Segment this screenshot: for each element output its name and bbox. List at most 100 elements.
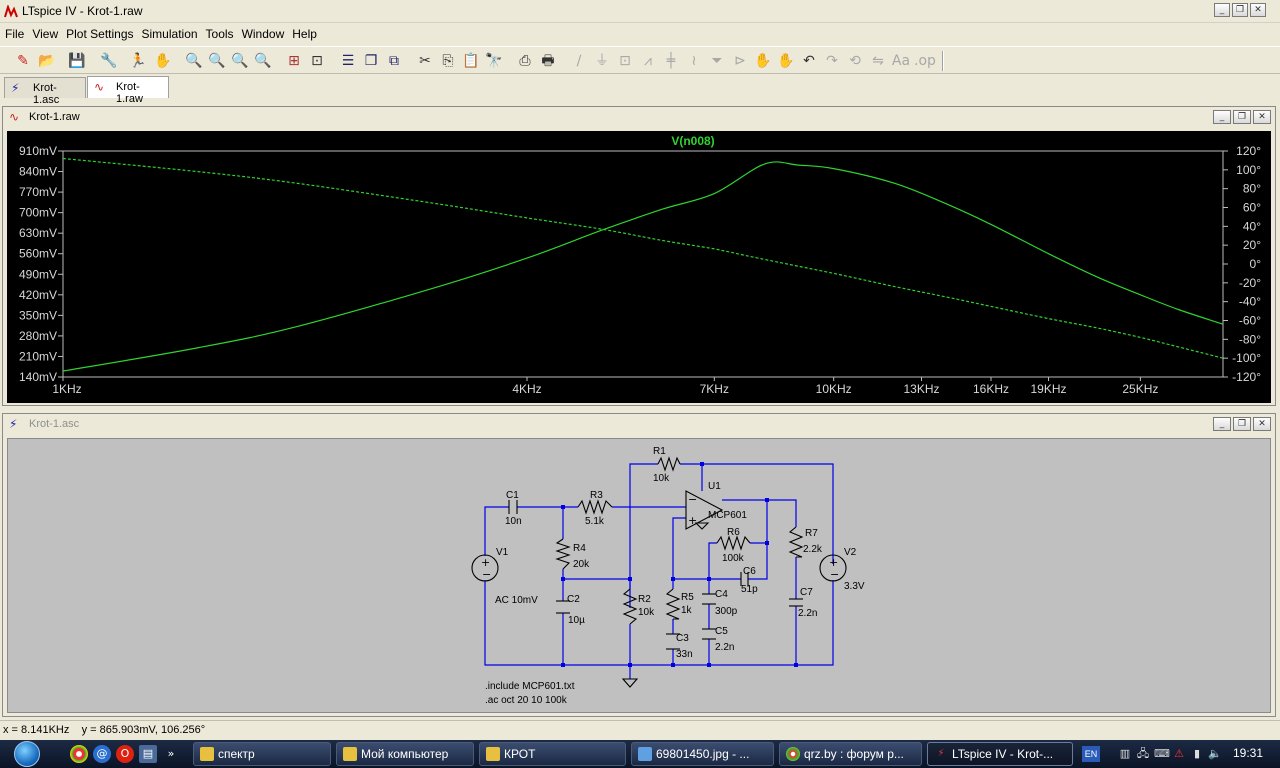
- close-button[interactable]: ✕: [1250, 3, 1266, 17]
- mirror-icon[interactable]: ⇋: [868, 50, 888, 72]
- ref-C7: C7: [800, 587, 813, 598]
- redo-icon[interactable]: ↷: [822, 50, 842, 72]
- tab-label: Krot-1.raw: [116, 81, 143, 105]
- tile-vertical-icon[interactable]: ⧉: [384, 50, 404, 72]
- y-left-tick-label: 700mV: [19, 206, 57, 220]
- undo-icon[interactable]: ↶: [799, 50, 819, 72]
- y-right-tick-label: 40°: [1243, 219, 1261, 233]
- spice-directive-ac[interactable]: .ac oct 20 10 100k: [485, 695, 568, 706]
- print-setup-icon[interactable]: ⎙: [515, 50, 535, 72]
- taskbar-item-chrome[interactable]: qrz.by : форум р...: [779, 742, 922, 766]
- spice-directive-include[interactable]: .include MCP601.txt: [485, 681, 575, 692]
- diode-icon[interactable]: ⏷: [707, 50, 727, 72]
- save-icon[interactable]: 💾: [67, 50, 87, 72]
- x-tick-label: 13KHz: [903, 382, 939, 396]
- val-C3: 33n: [676, 649, 693, 660]
- network-icon[interactable]: 🖧: [1136, 747, 1150, 761]
- battery-icon[interactable]: ▮: [1190, 747, 1204, 761]
- drag-icon[interactable]: ✋: [776, 50, 796, 72]
- warning-icon[interactable]: ⚠: [1172, 747, 1186, 761]
- phase-trace: [62, 157, 1224, 359]
- x-tick-label: 10KHz: [816, 382, 852, 396]
- halt-icon[interactable]: ✋: [153, 50, 173, 72]
- schematic-icon: ⚡: [11, 81, 20, 95]
- tab-schematic[interactable]: ⚡ Krot-1.asc: [4, 77, 86, 106]
- tab-waveform[interactable]: ∿ Krot-1.raw: [87, 76, 169, 105]
- chrome-icon: [786, 747, 800, 761]
- spice-directive-icon[interactable]: .op: [914, 50, 936, 72]
- document-tabs: ⚡ Krot-1.asc ∿ Krot-1.raw: [0, 76, 1280, 106]
- ground-icon[interactable]: ⏚: [592, 50, 612, 72]
- taskbar-item-krot[interactable]: КРОТ: [479, 742, 626, 766]
- text-icon[interactable]: Aa: [891, 50, 911, 72]
- keyboard-icon[interactable]: ⌨: [1154, 747, 1170, 761]
- y-right-tick-label: 120°: [1236, 144, 1261, 158]
- close-button[interactable]: ✕: [1253, 417, 1271, 431]
- menu-help[interactable]: Help: [292, 27, 324, 41]
- copy-icon[interactable]: ⎘: [438, 50, 458, 72]
- menu-view[interactable]: View: [32, 27, 65, 41]
- ref-R7: R7: [805, 528, 818, 539]
- menu-simulation[interactable]: Simulation: [142, 27, 205, 41]
- opera-icon[interactable]: O: [116, 745, 134, 763]
- wire-icon[interactable]: ∕: [569, 50, 589, 72]
- zoom-in-icon[interactable]: 🔍: [184, 50, 204, 72]
- paste-icon[interactable]: 📋: [461, 50, 481, 72]
- taskbar-item-spektr[interactable]: спектр: [193, 742, 331, 766]
- ref-R5: R5: [681, 592, 694, 603]
- waveform-plot[interactable]: V(n008) 910mV 840mV 770mV 700mV 630mV 560mV 490…: [7, 131, 1271, 403]
- restore-button[interactable]: ❐: [1233, 110, 1251, 124]
- find-icon[interactable]: 🔭: [484, 50, 504, 72]
- label-net-icon[interactable]: ⊡: [615, 50, 635, 72]
- new-schematic-icon[interactable]: ✎: [13, 50, 33, 72]
- taskbar-item-ltspice[interactable]: ⚡ LTspice IV - Krot-...: [927, 742, 1073, 766]
- waveform-window: ∿ Krot-1.raw _ ❐ ✕ V(n008) 910mV 840mV 770m…: [2, 106, 1276, 406]
- maximize-button[interactable]: ❐: [1232, 3, 1248, 17]
- close-button[interactable]: ✕: [1253, 110, 1271, 124]
- restore-button[interactable]: ❐: [1233, 417, 1251, 431]
- zoom-out-icon[interactable]: 🔍: [230, 50, 250, 72]
- tile-horizontal-icon[interactable]: ☰: [338, 50, 358, 72]
- pick-visible-traces-icon[interactable]: ⊡: [307, 50, 327, 72]
- tray-app-icon[interactable]: ▥: [1118, 747, 1132, 761]
- menu-window[interactable]: Window: [242, 27, 292, 41]
- y-right-tick-label: -20°: [1239, 276, 1261, 290]
- task-label: спектр: [218, 747, 255, 761]
- component-icon[interactable]: ⊳: [730, 50, 750, 72]
- y-left-tick-label: 840mV: [19, 165, 57, 179]
- open-folder-icon[interactable]: 📂: [37, 50, 57, 72]
- clock: 19:31: [1233, 746, 1264, 760]
- run-simulation-icon[interactable]: 🏃: [128, 50, 148, 72]
- minimize-button[interactable]: _: [1213, 110, 1231, 124]
- chrome-icon[interactable]: [70, 745, 88, 763]
- terminal-icon[interactable]: ▤: [139, 745, 157, 763]
- inductor-icon[interactable]: ≀: [684, 50, 704, 72]
- menu-file[interactable]: File: [5, 27, 31, 41]
- cut-icon[interactable]: ✂: [415, 50, 435, 72]
- autorange-icon[interactable]: ⊞: [284, 50, 304, 72]
- zoom-fit-icon[interactable]: 🔍: [253, 50, 273, 72]
- more-quicklaunch-icon[interactable]: »: [162, 745, 180, 763]
- taskbar-item-my-computer[interactable]: Мой компьютер: [336, 742, 474, 766]
- ref-V2: V2: [844, 547, 857, 558]
- volume-icon[interactable]: 🔈: [1208, 747, 1222, 761]
- capacitor-icon[interactable]: ╪: [661, 50, 681, 72]
- print-icon[interactable]: 🖶: [538, 50, 558, 72]
- menu-tools[interactable]: Tools: [206, 27, 241, 41]
- menu-plot-settings[interactable]: Plot Settings: [66, 27, 140, 41]
- taskbar-item-image[interactable]: 69801450.jpg - ...: [631, 742, 774, 766]
- schematic-drawing[interactable]: +− +− −+ R1 10k C1 10n R3 5.1k U1 MCP601…: [8, 439, 1272, 714]
- chart-svg[interactable]: V(n008) 910mV 840mV 770mV 700mV 630mV 560mV 490…: [7, 131, 1271, 403]
- start-button[interactable]: [6, 740, 50, 768]
- cascade-icon[interactable]: ❐: [361, 50, 381, 72]
- rotate-icon[interactable]: ⟲: [845, 50, 865, 72]
- resistor-icon[interactable]: ⩘: [638, 50, 658, 72]
- minimize-button[interactable]: _: [1213, 417, 1231, 431]
- schematic-canvas[interactable]: + − + − − + R1 10k C1 10n R3 5.1k U1 MCP…: [7, 438, 1271, 713]
- language-indicator[interactable]: EN: [1082, 746, 1100, 762]
- mail-icon[interactable]: @: [93, 745, 111, 763]
- minimize-button[interactable]: _: [1214, 3, 1230, 17]
- move-icon[interactable]: ✋: [753, 50, 773, 72]
- control-panel-icon[interactable]: 🔧: [99, 50, 119, 72]
- pan-icon[interactable]: 🔍: [207, 50, 227, 72]
